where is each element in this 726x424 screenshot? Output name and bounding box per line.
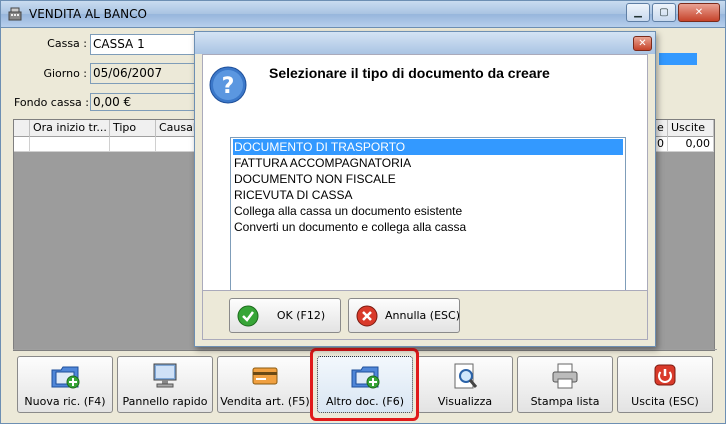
- column-ora-inizio[interactable]: Ora inizio tr...: [30, 120, 110, 137]
- visualizza-label: Visualizza: [437, 395, 493, 408]
- list-item[interactable]: FATTURA ACCOMPAGNATORIA: [233, 155, 623, 171]
- column-tipo[interactable]: Tipo: [110, 120, 156, 137]
- svg-text:?: ?: [222, 74, 235, 99]
- main-window: VENDITA AL BANCO ▁ ▢ ✕ Cassa : CASSA 1 G…: [0, 0, 726, 424]
- pannello-rapido-label: Pannello rapido: [122, 395, 208, 408]
- annulla-label: Annulla (ESC): [385, 309, 460, 322]
- giorno-label: Giorno :: [43, 67, 87, 80]
- magnifier-icon: [454, 363, 478, 389]
- close-icon: ✕: [638, 38, 647, 49]
- title-bar: VENDITA AL BANCO ▁ ▢ ✕: [1, 1, 725, 28]
- annulla-button[interactable]: Annulla (ESC): [348, 298, 460, 333]
- uscita-label: Uscita (ESC): [631, 395, 699, 408]
- giorno-field[interactable]: 05/06/2007: [90, 63, 200, 84]
- cassa-label: Cassa :: [47, 37, 87, 50]
- minimize-button[interactable]: ▁: [626, 3, 650, 22]
- vendita-articolo-label: Vendita art. (F5): [220, 395, 310, 408]
- maximize-icon: ▢: [659, 7, 669, 18]
- ok-button[interactable]: OK (F12): [229, 298, 341, 333]
- cassa-field[interactable]: CASSA 1: [90, 34, 200, 55]
- maximize-button[interactable]: ▢: [652, 3, 676, 22]
- vendita-articolo-button[interactable]: Vendita art. (F5): [217, 356, 313, 413]
- entrate-cell: 0: [654, 137, 668, 152]
- uscita-button[interactable]: Uscita (ESC): [617, 356, 713, 413]
- dialog-heading: Selezionare il tipo di documento da crea…: [269, 65, 550, 81]
- fondo-cassa-field[interactable]: 0,00 €: [90, 93, 200, 111]
- column-entrate[interactable]: e: [654, 120, 668, 137]
- list-item[interactable]: DOCUMENTO NON FISCALE: [233, 171, 623, 187]
- cancel-icon: [356, 305, 378, 327]
- stampa-lista-button[interactable]: Stampa lista: [517, 356, 613, 413]
- list-item[interactable]: Converti un documento e collega alla cas…: [233, 219, 623, 235]
- close-button[interactable]: ✕: [678, 3, 720, 22]
- printer-icon: [552, 363, 578, 389]
- window-title: VENDITA AL BANCO: [29, 7, 147, 21]
- list-item[interactable]: Collega alla cassa un documento esistent…: [233, 203, 623, 219]
- folder-add-icon: [51, 366, 80, 389]
- nuova-ricevuta-button[interactable]: Nuova ric. (F4): [17, 356, 113, 413]
- document-type-dialog: ✕ ? Selezionare il tipo di documento da …: [194, 31, 656, 347]
- list-item[interactable]: RICEVUTA DI CASSA: [233, 187, 623, 203]
- power-icon: [654, 364, 676, 386]
- minimize-icon: ▁: [634, 7, 642, 18]
- card-icon: [252, 367, 278, 385]
- column-uscite[interactable]: Uscite: [668, 120, 714, 137]
- dialog-close-button[interactable]: ✕: [633, 36, 652, 51]
- grid-corner: [14, 120, 30, 137]
- cash-register-icon: [8, 7, 22, 21]
- selected-row-stripe: [659, 53, 697, 65]
- monitor-icon: [153, 363, 177, 388]
- visualizza-button[interactable]: Visualizza: [417, 356, 513, 413]
- highlight-frame: [310, 348, 419, 421]
- question-icon: ?: [209, 66, 247, 104]
- list-item[interactable]: DOCUMENTO DI TRASPORTO: [233, 139, 623, 155]
- stampa-lista-label: Stampa lista: [530, 395, 600, 408]
- checkmark-icon: [237, 305, 259, 327]
- ok-label: OK (F12): [276, 309, 326, 322]
- fondo-cassa-label: Fondo cassa :: [13, 96, 89, 109]
- nuova-ricevuta-label: Nuova ric. (F4): [24, 395, 106, 408]
- dialog-footer: OK (F12) Annulla (ESC): [202, 290, 648, 340]
- pannello-rapido-button[interactable]: Pannello rapido: [117, 356, 213, 413]
- dialog-title-bar: ✕: [195, 32, 655, 54]
- close-icon: ✕: [694, 7, 704, 18]
- uscite-cell: 0,00: [668, 137, 714, 152]
